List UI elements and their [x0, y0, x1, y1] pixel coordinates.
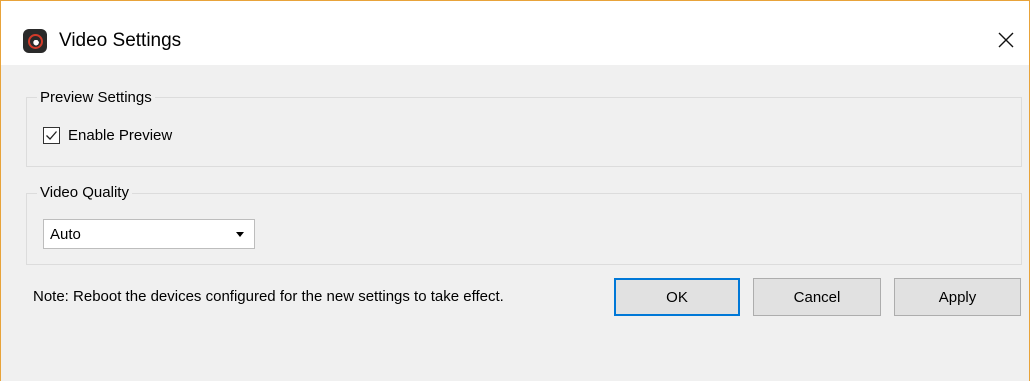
enable-preview-label[interactable]: Enable Preview [68, 127, 172, 144]
reboot-note: Note: Reboot the devices configured for … [33, 288, 504, 305]
title-bar: Video Settings [1, 1, 1029, 65]
cancel-button[interactable]: Cancel [753, 278, 881, 316]
apply-button[interactable]: Apply [894, 278, 1021, 316]
close-icon [998, 32, 1014, 48]
checkmark-icon [46, 131, 57, 140]
app-logo-icon [23, 29, 47, 53]
preview-settings-legend: Preview Settings [37, 89, 155, 107]
video-quality-legend: Video Quality [37, 184, 132, 202]
checkbox-box[interactable] [43, 127, 60, 144]
preview-settings-group [26, 97, 1022, 167]
video-quality-dropdown[interactable]: Auto [43, 219, 255, 249]
ok-button[interactable]: OK [614, 278, 740, 316]
video-quality-selected-value: Auto [50, 226, 81, 243]
close-button[interactable] [991, 25, 1021, 55]
window-title: Video Settings [59, 30, 182, 51]
enable-preview-checkbox[interactable]: Enable Preview [43, 127, 172, 144]
video-settings-dialog: Video Settings Preview Settings Enable P… [0, 0, 1030, 381]
chevron-down-icon [236, 232, 244, 237]
